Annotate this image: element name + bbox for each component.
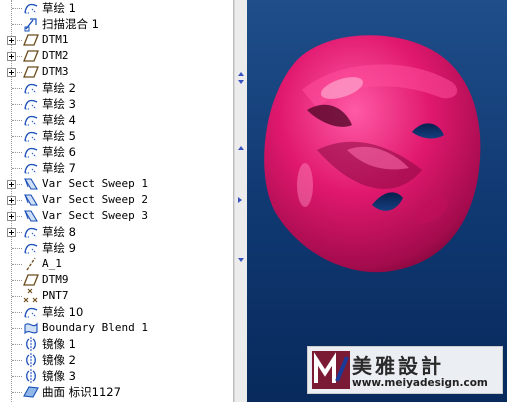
surface-icon (23, 386, 39, 398)
scroll-down-arrow-icon[interactable] (238, 80, 244, 84)
sketch-icon (24, 115, 38, 126)
var-sect-sweep-icon (24, 210, 38, 222)
tree-item-label: Var Sect Sweep 3 (42, 209, 148, 222)
watermark-url: www.meiyadesign.com (352, 377, 488, 389)
tree-item-label: DTM1 (42, 33, 69, 46)
scroll-down-arrow-icon[interactable] (238, 258, 244, 262)
mirror-icon (26, 369, 36, 383)
brand-logo-icon (312, 351, 350, 389)
panel-splitter[interactable] (233, 0, 247, 402)
model-tree-panel: 草绘 1 扫描混合 1 DTM1 DTM2 DTM3 草绘 2 草绘 3 草绘 … (0, 0, 233, 402)
sketch-icon (24, 3, 38, 14)
tree-item-label: Boundary Blend 1 (42, 321, 148, 334)
tree-item-mirror-3[interactable]: 镜像 3 (0, 368, 233, 384)
tree-item-dtm2[interactable]: DTM2 (0, 48, 233, 64)
tree-item-swept-blend-1[interactable]: 扫描混合 1 (0, 16, 233, 32)
tree-item-label: 草绘 8 (42, 225, 76, 239)
datum-plane-icon (23, 274, 39, 286)
tree-item-label: Var Sect Sweep 2 (42, 193, 148, 206)
var-sect-sweep-icon (24, 194, 38, 206)
tree-item-label: Var Sect Sweep 1 (42, 177, 148, 190)
scroll-up-arrow-icon[interactable] (238, 72, 244, 76)
var-sect-sweep-icon (24, 178, 38, 190)
watermark-title: 美雅設計 (352, 354, 444, 378)
tree-item-mirror-1[interactable]: 镜像 1 (0, 336, 233, 352)
datum-plane-icon (23, 66, 39, 78)
tree-item-var-sect-sweep-1[interactable]: Var Sect Sweep 1 (0, 176, 233, 192)
rendered-3d-model[interactable] (247, 0, 507, 402)
sketch-icon (24, 227, 38, 238)
tree-item-sketch-1[interactable]: 草绘 1 (0, 0, 233, 16)
tree-item-label: 曲面 标识1127 (42, 385, 121, 399)
tree-item-label: 扫描混合 1 (42, 17, 99, 31)
tree-item-dtm3[interactable]: DTM3 (0, 64, 233, 80)
mirror-icon (26, 337, 36, 351)
tree-item-label: 草绘 10 (42, 305, 84, 319)
sketch-icon (24, 307, 38, 318)
tree-item-dtm9[interactable]: DTM9 (0, 272, 233, 288)
sketch-icon (24, 99, 38, 110)
boundary-blend-icon (24, 322, 38, 335)
tree-item-label: 草绘 5 (42, 129, 76, 143)
tree-item-mirror-2[interactable]: 镜像 2 (0, 352, 233, 368)
tree-item-label: 草绘 2 (42, 81, 76, 95)
tree-item-var-sect-sweep-3[interactable]: Var Sect Sweep 3 (0, 208, 233, 224)
tree-item-a-1[interactable]: A_1 (0, 256, 233, 272)
tree-item-label: DTM2 (42, 49, 69, 62)
watermark-logo: 美雅設計 www.meiyadesign.com (307, 346, 503, 394)
tree-item-label: PNT7 (42, 289, 69, 302)
tree-item-label: 草绘 7 (42, 161, 76, 175)
tree-item-sketch-2[interactable]: 草绘 2 (0, 80, 233, 96)
sketch-icon (24, 131, 38, 142)
tree-item-label: 草绘 1 (42, 1, 76, 15)
datum-plane-icon (23, 34, 39, 46)
graphics-viewport[interactable] (247, 0, 507, 402)
tree-item-label: DTM9 (42, 273, 69, 286)
tree-item-sketch-9[interactable]: 草绘 9 (0, 240, 233, 256)
datum-point-icon (23, 288, 38, 303)
scroll-up-arrow-icon[interactable] (238, 146, 244, 150)
tree-item-label: 镜像 2 (42, 353, 76, 367)
tree-item-sketch-4[interactable]: 草绘 4 (0, 112, 233, 128)
swept-blend-icon (24, 18, 37, 32)
tree-item-sketch-7[interactable]: 草绘 7 (0, 160, 233, 176)
tree-item-sketch-3[interactable]: 草绘 3 (0, 96, 233, 112)
tree-item-label: 草绘 4 (42, 113, 76, 127)
tree-item-label: 镜像 3 (42, 369, 76, 383)
tree-item-label: A_1 (42, 257, 62, 270)
tree-item-dtm1[interactable]: DTM1 (0, 32, 233, 48)
tree-item-surface-id1127[interactable]: 曲面 标识1127 (0, 384, 233, 400)
tree-item-sketch-6[interactable]: 草绘 6 (0, 144, 233, 160)
tree-item-sketch-5[interactable]: 草绘 5 (0, 128, 233, 144)
tree-item-label: 草绘 3 (42, 97, 76, 111)
tree-item-sketch-8[interactable]: 草绘 8 (0, 224, 233, 240)
tree-item-label: 草绘 9 (42, 241, 76, 255)
datum-plane-icon (23, 50, 39, 62)
tree-item-label: 草绘 6 (42, 145, 76, 159)
tree-item-label: DTM3 (42, 65, 69, 78)
sketch-icon (24, 147, 38, 158)
datum-axis-icon (26, 257, 36, 271)
sketch-icon (24, 83, 38, 94)
tree-vertical-scrollbar[interactable] (235, 0, 247, 402)
tree-item-pnt7[interactable]: PNT7 (0, 288, 233, 304)
tree-item-label: 镜像 1 (42, 337, 76, 351)
tree-item-sketch-10[interactable]: 草绘 10 (0, 304, 233, 320)
tree-item-boundary-blend-1[interactable]: Boundary Blend 1 (0, 320, 233, 336)
mirror-icon (26, 353, 36, 367)
tree-item-var-sect-sweep-2[interactable]: Var Sect Sweep 2 (0, 192, 233, 208)
collapse-panel-arrow-icon[interactable] (238, 197, 242, 203)
sketch-icon (24, 243, 38, 254)
sketch-icon (24, 163, 38, 174)
